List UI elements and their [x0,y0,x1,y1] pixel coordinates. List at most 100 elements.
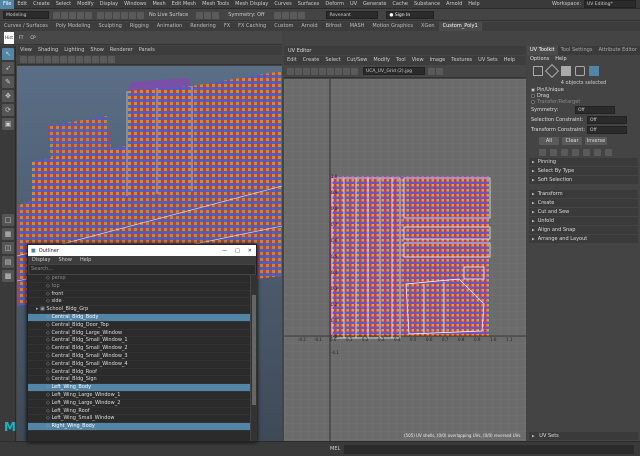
paint-select-icon[interactable]: ✎ [2,76,14,88]
lights-icon[interactable] [282,11,290,19]
select-shell-icon[interactable] [539,148,546,156]
maximize-icon[interactable]: □ [235,248,248,254]
select-all-button[interactable]: All [539,137,559,145]
menu-file[interactable]: File [0,0,15,9]
mode-dropdown[interactable]: Modeling [3,11,49,19]
select-inverse-button[interactable]: Inverse [585,137,607,145]
outliner-row[interactable]: ◇ top [28,283,250,291]
select-border-icon[interactable] [550,148,557,156]
rotate-tool-icon[interactable]: ⟳ [2,104,14,116]
menu-curves[interactable]: Curves [271,0,294,9]
command-input[interactable] [344,444,635,454]
outliner-row[interactable]: ◇ Left_Wing_Large_Window_1 [28,392,250,400]
uv-menu-view[interactable]: View [409,56,427,65]
outliner-row[interactable]: ◇ Central_Bldg_Sign [28,376,250,385]
toolkit-tab-attribute-editor[interactable]: Attribute Editor [595,46,639,55]
uv-isolate-icon[interactable] [343,67,350,75]
uv-mode-icon[interactable] [575,66,585,76]
two-view-icon[interactable]: ◫ [2,242,14,254]
uv-menu-image[interactable]: Image [427,56,449,65]
shelf-tab-poly-modeling[interactable]: Poly Modeling [52,22,95,31]
transform-constraint-select[interactable]: Off [587,126,627,134]
wireframe-icon[interactable] [68,56,75,63]
outliner-row[interactable]: ◇ Central_Bldg_Small_Window_2 [28,345,250,353]
shelf-cp-button[interactable]: CP [28,32,38,44]
shelf-ft-button[interactable]: FT [16,32,26,44]
new-scene-icon[interactable] [53,11,60,19]
move-tool-icon[interactable]: ✥ [2,90,14,102]
uv-snapshot-icon[interactable] [335,67,342,75]
shelf-tab-arnold[interactable]: Arnold [297,22,321,31]
menu-substance[interactable]: Substance [411,0,443,9]
selection-constraint-select[interactable]: Off [587,116,627,124]
section-pinning[interactable]: Pinning [529,158,638,166]
camera-attributes-icon[interactable] [20,56,27,63]
uv-texture-toggle-icon[interactable] [295,67,302,75]
menu-edit-mesh[interactable]: Edit Mesh [169,0,199,9]
viewport-menu-panels[interactable]: Panels [136,46,158,55]
sign-in-button[interactable]: ● Sign In [386,11,435,19]
menu-surfaces[interactable]: Surfaces [295,0,323,9]
render-view-icon[interactable] [298,11,306,19]
menu-mesh-tools[interactable]: Mesh Tools [199,0,232,9]
shelf-tab-custom[interactable]: Custom [270,22,297,31]
symmetry-select[interactable]: Off [575,106,615,114]
uv-menu-modify[interactable]: Modify [370,56,393,65]
select-unmapped-icon[interactable] [594,148,601,156]
film-gate-icon[interactable] [52,56,59,63]
uv-menu-cut-sew[interactable]: Cut/Sew [344,56,371,65]
menu-windows[interactable]: Windows [121,0,149,9]
toolkit-tab-tool-settings[interactable]: Tool Settings [558,46,596,55]
toolkit-tab-uv-toolkit[interactable]: UV Toolkit [527,46,558,55]
search-field[interactable]: Revenant [326,11,379,19]
uv-menu-textures[interactable]: Textures [448,56,475,65]
uv-image-icon[interactable] [428,67,435,75]
grid-toggle-icon[interactable] [44,56,51,63]
menu-display[interactable]: Display [97,0,121,9]
uv-menu-create[interactable]: Create [300,56,323,65]
shelf-tab-fx[interactable]: FX [220,22,234,31]
texture-dropdown[interactable]: UCA_UV_Grid (2).jpg [363,67,425,75]
uv-menu-uv-sets[interactable]: UV Sets [475,56,501,65]
section-transform[interactable]: Transform [529,190,638,198]
menu-mesh[interactable]: Mesh [149,0,168,9]
render-frame-icon[interactable] [196,11,204,19]
image-plane-icon[interactable] [36,56,43,63]
select-object-icon[interactable] [105,11,112,19]
outliner-row[interactable]: ◇ Central_Bldg_Roof [28,369,250,377]
uv-menu-select[interactable]: Select [322,56,343,65]
smooth-shade-icon[interactable] [76,56,83,63]
outliner-row[interactable]: ◇ Central_Bldg_Large_Window [28,330,250,338]
menu-deform[interactable]: Deform [322,0,347,9]
workspace-dropdown[interactable]: UV Editing* [584,0,636,8]
section-soft-selection[interactable]: Soft Selection [529,176,638,184]
shelf-tab-mash[interactable]: MASH [346,22,369,31]
select-backface-icon[interactable] [572,148,579,156]
menu-help[interactable]: Help [465,0,482,9]
save-scene-icon[interactable] [69,11,76,19]
toolkit-menu-help[interactable]: Help [555,56,566,62]
uv-grid-canvas[interactable]: 1.0 0.9 0.8 0.7 0.6 0.5 0.4 0.3 0.2 0.1 0.0 -0.1 -0… [284,79,526,441]
four-view-icon[interactable]: ▦ [2,228,14,240]
outliner-menu-help[interactable]: Help [76,256,95,264]
snap-point-icon[interactable] [137,11,144,19]
outliner-row[interactable]: ◇ Right_Wing_Body [28,423,250,431]
viewport-menu-lighting[interactable]: Lighting [61,46,87,55]
open-scene-icon[interactable] [61,11,68,19]
viewport-menu-show[interactable]: Show [87,46,107,55]
menu-mesh-display[interactable]: Mesh Display [232,0,271,9]
textured-icon[interactable] [84,56,91,63]
mel-label[interactable]: MEL [330,446,340,452]
scale-tool-icon[interactable]: ▣ [2,118,14,130]
shelf-tab-custom-poly1[interactable]: Custom_Poly1 [438,22,482,31]
shadows-icon[interactable] [100,56,107,63]
select-frontface-icon[interactable] [583,148,590,156]
outliner-view-icon[interactable]: ▤ [2,256,14,268]
outliner-row[interactable]: ◇ side [28,298,250,307]
select-component-icon[interactable] [113,11,120,19]
close-icon[interactable]: ✕ [248,248,256,254]
face-mode-icon[interactable] [561,66,571,76]
vertex-mode-icon[interactable] [533,66,543,76]
outliner-titlebar[interactable]: ■ Outliner — □ ✕ [28,245,256,256]
render-settings-icon[interactable] [212,11,220,19]
